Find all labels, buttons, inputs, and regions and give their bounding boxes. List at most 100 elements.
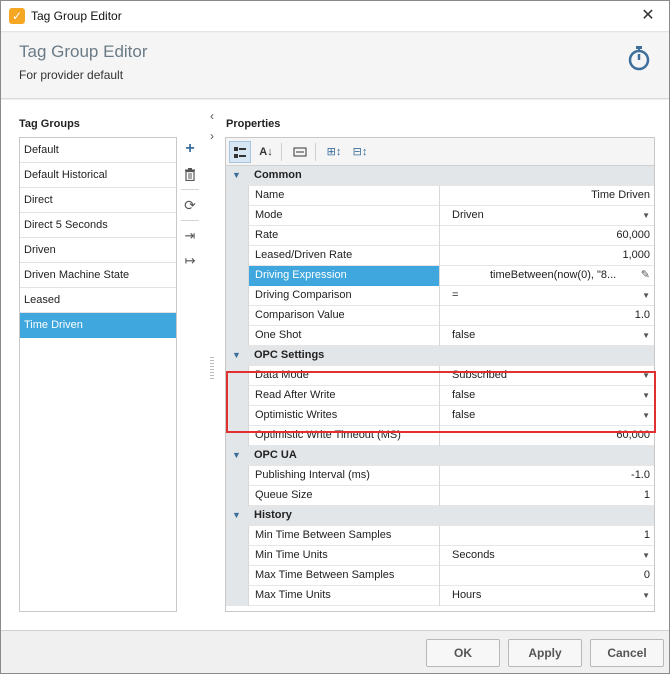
property-category[interactable]: ▼ OPC UA <box>226 446 654 466</box>
property-row[interactable]: Optimistic Writes false ▼ <box>226 406 654 426</box>
property-row[interactable]: Publishing Interval (ms) -1.0 <box>226 466 654 486</box>
row-gutter <box>226 466 248 486</box>
property-value-text: -1.0 <box>631 469 650 481</box>
property-row[interactable]: Name Time Driven <box>226 186 654 206</box>
chevron-down-icon[interactable]: ▼ <box>642 406 650 425</box>
property-value[interactable]: 0 <box>440 566 654 586</box>
property-value[interactable]: Driven ▼ <box>440 206 654 226</box>
property-value-text: 60,000 <box>616 229 650 241</box>
collapse-arrow-icon[interactable]: ▼ <box>232 166 241 185</box>
list-item[interactable]: Leased <box>20 288 176 313</box>
property-value[interactable]: 60,000 <box>440 426 654 446</box>
chevron-right-icon[interactable]: › <box>207 129 217 143</box>
property-row[interactable]: Min Time Between Samples 1 <box>226 526 654 546</box>
property-name: Driving Comparison <box>248 286 440 306</box>
close-icon[interactable]: ✕ <box>635 4 661 28</box>
delete-icon[interactable] <box>179 162 201 186</box>
property-name: Rate <box>248 226 440 246</box>
row-gutter <box>226 306 248 326</box>
property-row[interactable]: Read After Write false ▼ <box>226 386 654 406</box>
chevron-down-icon[interactable]: ▼ <box>642 546 650 565</box>
pencil-icon[interactable]: ✎ <box>641 266 650 285</box>
dialog-header: Tag Group Editor For provider default <box>1 33 669 99</box>
property-value[interactable]: Time Driven <box>440 186 654 206</box>
property-row[interactable]: One Shot false ▼ <box>226 326 654 346</box>
cancel-button[interactable]: Cancel <box>590 639 664 667</box>
add-icon[interactable]: + <box>179 137 201 161</box>
list-item[interactable]: Driven <box>20 238 176 263</box>
chevron-down-icon[interactable]: ▼ <box>642 386 650 405</box>
property-row[interactable]: Max Time Between Samples 0 <box>226 566 654 586</box>
expand-all-icon[interactable]: ⊞↕ <box>323 141 345 163</box>
property-value[interactable]: 1 <box>440 486 654 506</box>
chevron-left-icon[interactable]: ‹ <box>207 109 217 123</box>
property-value-text: timeBetween(now(0), "8... <box>490 269 617 281</box>
sort-alpha-icon[interactable]: A↓ <box>255 141 277 163</box>
category-label: OPC UA <box>254 449 297 461</box>
list-item[interactable]: Default Historical <box>20 163 176 188</box>
property-row[interactable]: Leased/Driven Rate 1,000 <box>226 246 654 266</box>
property-row[interactable]: Max Time Units Hours ▼ <box>226 586 654 606</box>
property-category[interactable]: ▼ History <box>226 506 654 526</box>
property-row[interactable]: Queue Size 1 <box>226 486 654 506</box>
categorized-icon[interactable] <box>229 141 251 163</box>
properties-panel: A↓ ⊞↕ ⊟↕ ▼ Common Name Time Driven Mode Drive… <box>225 137 656 612</box>
property-row[interactable]: Rate 60,000 <box>226 226 654 246</box>
property-category[interactable]: ▼ Common <box>226 166 654 186</box>
property-row[interactable]: Optimistic Write Timeout (MS) 60,000 <box>226 426 654 446</box>
property-value[interactable]: 1.0 <box>440 306 654 326</box>
toolbar-divider <box>315 143 316 161</box>
property-value[interactable]: timeBetween(now(0), "8... ✎ <box>440 266 654 286</box>
property-row[interactable]: Driving Comparison = ▼ <box>226 286 654 306</box>
property-row[interactable]: Data Mode Subscribed ▼ <box>226 366 654 386</box>
property-row[interactable]: Driving Expression timeBetween(now(0), "8… <box>226 266 654 286</box>
collapse-all-icon[interactable]: ⊟↕ <box>349 141 371 163</box>
property-value[interactable]: Subscribed ▼ <box>440 366 654 386</box>
property-row[interactable]: Comparison Value 1.0 <box>226 306 654 326</box>
property-pages-icon[interactable] <box>289 141 311 163</box>
collapse-arrow-icon[interactable]: ▼ <box>232 506 241 525</box>
property-value[interactable]: Hours ▼ <box>440 586 654 606</box>
chevron-down-icon[interactable]: ▼ <box>642 206 650 225</box>
collapse-arrow-icon[interactable]: ▼ <box>232 446 241 465</box>
property-value-text: 60,000 <box>616 429 650 441</box>
row-gutter <box>226 546 248 566</box>
apply-button[interactable]: Apply <box>508 639 582 667</box>
property-row[interactable]: Min Time Units Seconds ▼ <box>226 546 654 566</box>
property-value[interactable]: 1,000 <box>440 246 654 266</box>
title-bar[interactable]: ✓ Tag Group Editor ✕ <box>1 1 669 32</box>
chevron-down-icon[interactable]: ▼ <box>642 326 650 345</box>
chevron-down-icon[interactable]: ▼ <box>642 366 650 385</box>
property-category[interactable]: ▼ OPC Settings <box>226 346 654 366</box>
ok-button[interactable]: OK <box>426 639 500 667</box>
row-gutter <box>226 486 248 506</box>
tag-groups-list[interactable]: Default Default Historical Direct Direct 5 … <box>19 137 177 612</box>
property-value-text: 1 <box>643 529 650 541</box>
property-value[interactable]: false ▼ <box>440 326 654 346</box>
list-item[interactable]: Driven Machine State <box>20 263 176 288</box>
chevron-down-icon[interactable]: ▼ <box>642 286 650 305</box>
list-item[interactable]: Time Driven <box>20 313 176 338</box>
property-value[interactable]: false ▼ <box>440 386 654 406</box>
property-value[interactable]: -1.0 <box>440 466 654 486</box>
chevron-down-icon[interactable]: ▼ <box>642 586 650 605</box>
category-label: History <box>254 509 292 521</box>
property-name: One Shot <box>248 326 440 346</box>
list-item[interactable]: Default <box>20 138 176 163</box>
row-gutter <box>226 366 248 386</box>
collapse-arrow-icon[interactable]: ▼ <box>232 346 241 365</box>
splitter-handle[interactable] <box>210 357 214 379</box>
property-value[interactable]: 60,000 <box>440 226 654 246</box>
property-value[interactable]: false ▼ <box>440 406 654 426</box>
import-icon[interactable]: ⇥ <box>179 224 201 248</box>
list-item[interactable]: Direct 5 Seconds <box>20 213 176 238</box>
property-value[interactable]: = ▼ <box>440 286 654 306</box>
export-icon[interactable]: ↦ <box>179 249 201 273</box>
property-row[interactable]: Mode Driven ▼ <box>226 206 654 226</box>
property-name: Read After Write <box>248 386 440 406</box>
property-value[interactable]: Seconds ▼ <box>440 546 654 566</box>
property-name: Queue Size <box>248 486 440 506</box>
list-item[interactable]: Direct <box>20 188 176 213</box>
property-value[interactable]: 1 <box>440 526 654 546</box>
refresh-icon[interactable]: ⟳ <box>179 193 201 217</box>
